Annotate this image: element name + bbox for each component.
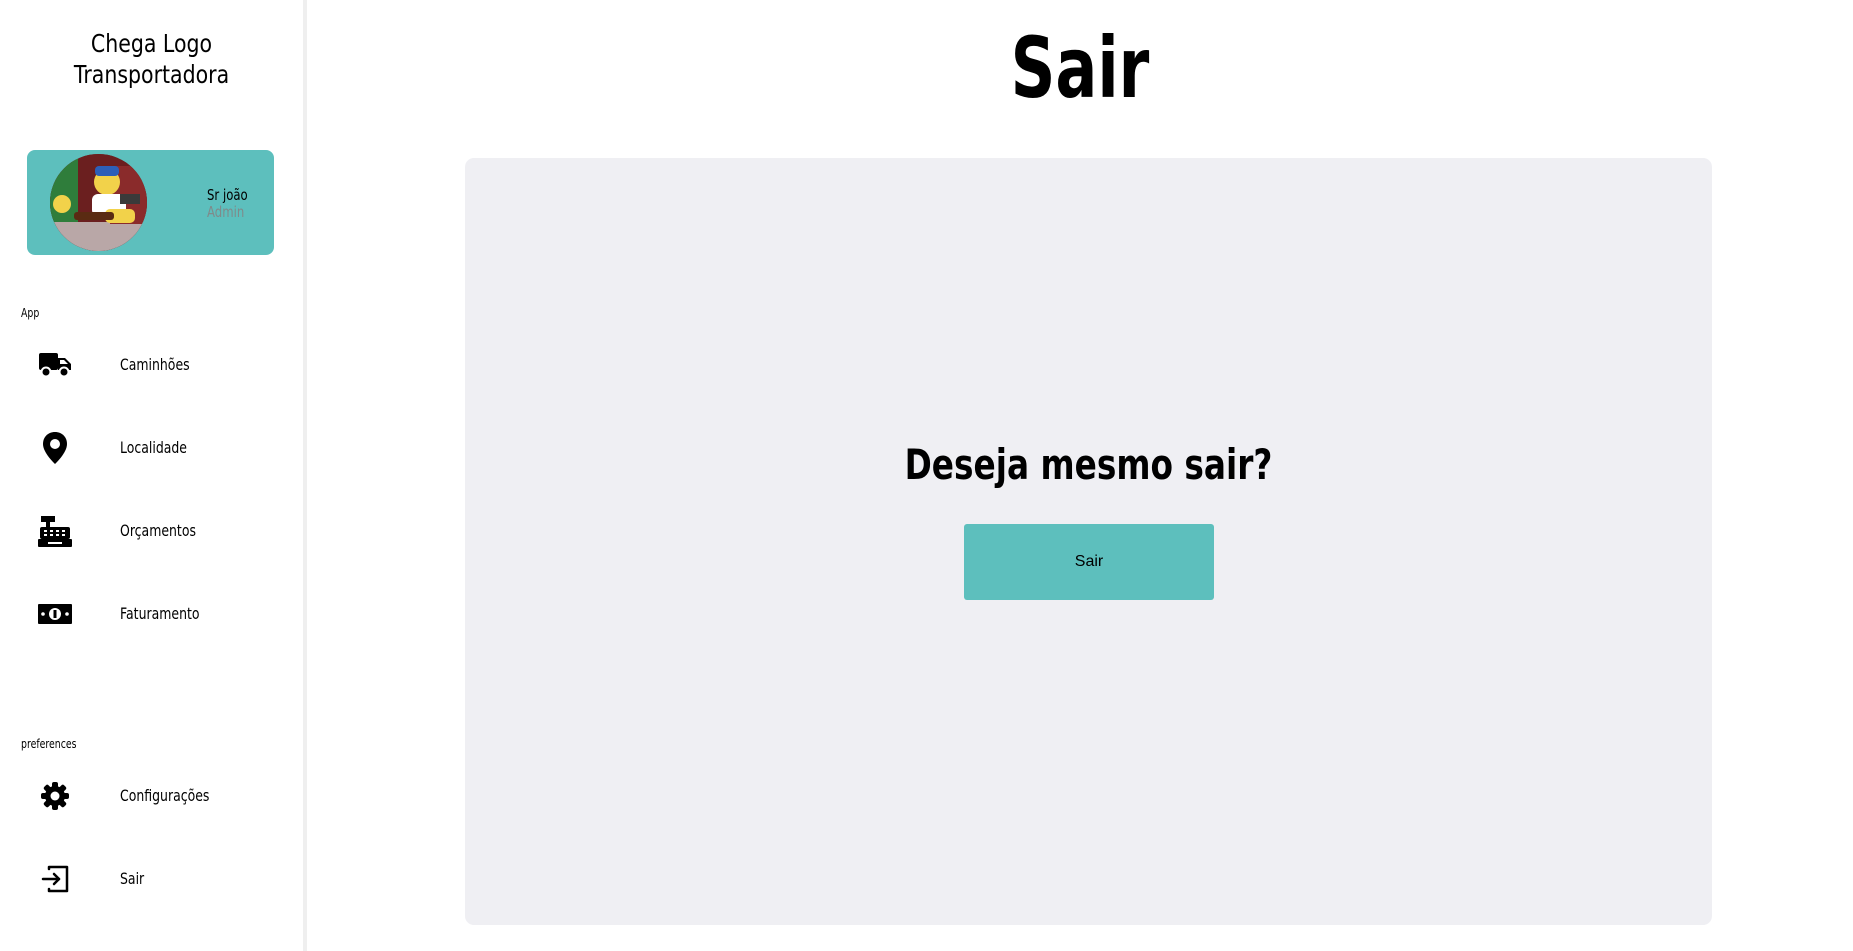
brand-line-1: Chega Logo: [90, 29, 213, 58]
logout-panel: Deseja mesmo sair? Sair: [465, 158, 1712, 925]
sign-out-icon: [36, 862, 74, 896]
profile-role: Admin: [207, 203, 245, 221]
sidebar-item-configuracoes[interactable]: Configurações: [0, 765, 303, 825]
sidebar-item-orcamentos[interactable]: Orçamentos: [0, 500, 303, 560]
sidebar-item-label: Orçamentos: [120, 521, 196, 540]
cash-register-icon: [36, 514, 74, 548]
money-bill-icon: [36, 597, 74, 631]
avatar-cartoon-icon: [50, 154, 147, 251]
sidebar-item-label: Sair: [120, 869, 145, 888]
avatar: [50, 154, 147, 251]
profile-card[interactable]: Sr joão Admin: [27, 150, 274, 255]
confirm-logout-button[interactable]: Sair: [964, 524, 1214, 600]
sidebar-item-label: Caminhões: [120, 355, 190, 374]
sidebar: Chega Logo Transportadora Sr joão Admin …: [0, 0, 307, 951]
page-title: Sair: [1010, 19, 1150, 117]
truck-icon: [36, 348, 74, 382]
brand-logo-text: Chega Logo Transportadora: [27, 28, 275, 90]
sidebar-item-faturamento[interactable]: Faturamento: [0, 583, 303, 643]
sidebar-item-label: Faturamento: [120, 604, 200, 623]
sidebar-item-sair[interactable]: Sair: [0, 848, 303, 908]
sidebar-item-label: Localidade: [120, 438, 187, 457]
profile-name: Sr joão: [207, 186, 248, 204]
gear-icon: [36, 779, 74, 813]
section-label-app: App: [21, 306, 40, 320]
brand-line-2: Transportadora: [73, 60, 230, 89]
sidebar-item-label: Configurações: [120, 786, 210, 805]
map-pin-icon: [36, 431, 74, 465]
logout-question: Deseja mesmo sair?: [904, 440, 1273, 489]
sidebar-item-localidade[interactable]: Localidade: [0, 417, 303, 477]
section-label-preferences: preferences: [21, 737, 77, 751]
sidebar-item-caminhoes[interactable]: Caminhões: [0, 334, 303, 394]
